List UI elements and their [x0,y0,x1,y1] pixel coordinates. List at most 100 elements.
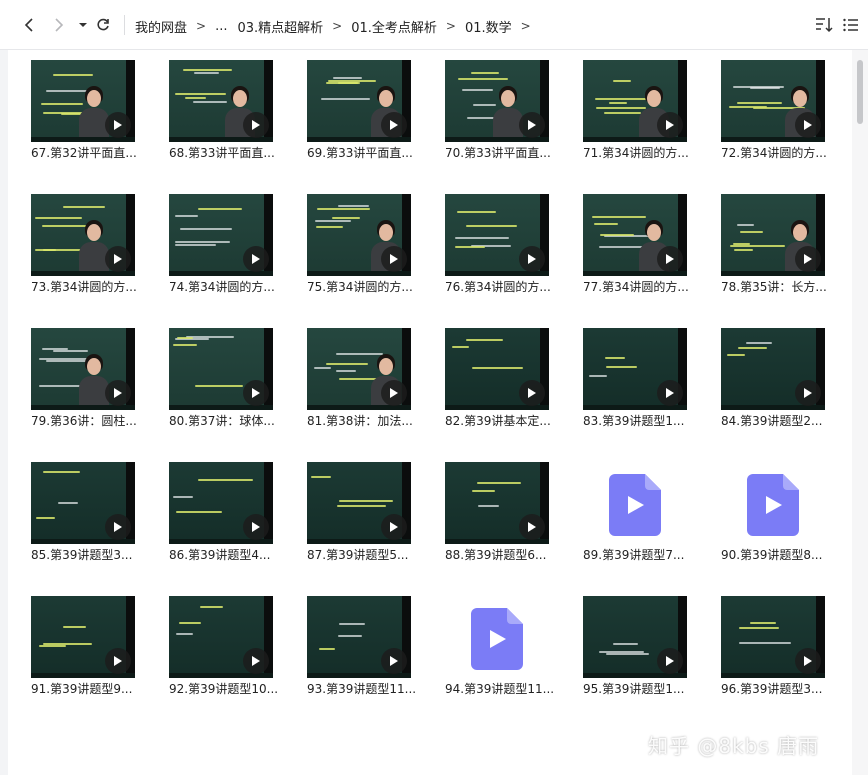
file-thumbnail[interactable] [721,462,825,544]
file-thumbnail[interactable] [583,462,687,544]
file-name[interactable]: 70.第33讲平面直... [445,146,555,160]
refresh-button[interactable] [92,14,114,36]
file-name[interactable]: 69.第33讲平面直... [307,146,417,160]
sort-button[interactable] [814,16,834,34]
video-thumbnail[interactable] [445,60,549,142]
file-name[interactable]: 68.第33讲平面直... [169,146,279,160]
file-name[interactable]: 74.第34讲圆的方... [169,280,279,294]
play-button[interactable] [657,380,683,406]
video-thumbnail[interactable] [169,328,273,410]
video-thumbnail[interactable] [721,60,825,142]
list-view-button[interactable] [842,16,862,34]
file-name[interactable]: 67.第32讲平面直... [31,146,141,160]
play-button[interactable] [519,514,545,540]
play-button[interactable] [381,648,407,674]
file-name[interactable]: 93.第39讲题型11... [307,682,417,696]
play-button[interactable] [243,246,269,272]
play-button[interactable] [105,380,131,406]
video-thumbnail[interactable] [445,194,549,276]
play-button[interactable] [795,648,821,674]
video-thumbnail[interactable] [721,328,825,410]
play-button[interactable] [105,112,131,138]
file-name[interactable]: 96.第39讲题型3... [721,682,831,696]
play-button[interactable] [657,246,683,272]
play-button[interactable] [105,514,131,540]
file-name[interactable]: 89.第39讲题型7... [583,548,693,562]
file-name[interactable]: 81.第38讲：加法... [307,414,417,428]
file-name[interactable]: 71.第34讲圆的方... [583,146,693,160]
file-thumbnail[interactable] [445,596,549,678]
file-name[interactable]: 79.第36讲：圆柱... [31,414,141,428]
play-button[interactable] [243,380,269,406]
video-thumbnail[interactable] [307,328,411,410]
video-thumbnail[interactable] [445,328,549,410]
file-name[interactable]: 83.第39讲题型1... [583,414,693,428]
video-thumbnail[interactable] [307,194,411,276]
file-name[interactable]: 84.第39讲题型2... [721,414,831,428]
file-name[interactable]: 90.第39讲题型8... [721,548,831,562]
video-thumbnail[interactable] [583,328,687,410]
file-name[interactable]: 85.第39讲题型3... [31,548,141,562]
play-button[interactable] [243,514,269,540]
video-thumbnail[interactable] [307,462,411,544]
play-button[interactable] [243,648,269,674]
breadcrumb-item-root[interactable]: 我的网盘 [135,17,187,36]
file-name[interactable]: 95.第39讲题型1... [583,682,693,696]
video-thumbnail[interactable] [31,60,135,142]
video-thumbnail[interactable] [307,596,411,678]
video-thumbnail[interactable] [307,60,411,142]
play-button[interactable] [795,246,821,272]
file-name[interactable]: 82.第39讲基本定... [445,414,555,428]
play-button[interactable] [381,112,407,138]
video-thumbnail[interactable] [169,60,273,142]
video-thumbnail[interactable] [721,596,825,678]
play-button[interactable] [795,380,821,406]
play-button[interactable] [519,380,545,406]
file-name[interactable]: 78.第35讲：长方... [721,280,831,294]
file-name[interactable]: 72.第34讲圆的方... [721,146,831,160]
file-name[interactable]: 94.第39讲题型11... [445,682,555,696]
file-name[interactable]: 73.第34讲圆的方... [31,280,141,294]
play-button[interactable] [795,112,821,138]
video-thumbnail[interactable] [169,596,273,678]
file-name[interactable]: 76.第34讲圆的方... [445,280,555,294]
video-thumbnail[interactable] [169,462,273,544]
video-thumbnail[interactable] [169,194,273,276]
video-thumbnail[interactable] [31,194,135,276]
play-button[interactable] [657,112,683,138]
file-name[interactable]: 88.第39讲题型6... [445,548,555,562]
vertical-scrollbar[interactable] [852,50,868,775]
file-name[interactable]: 87.第39讲题型5... [307,548,417,562]
video-thumbnail[interactable] [445,462,549,544]
forward-button[interactable] [48,14,70,36]
play-button[interactable] [105,246,131,272]
play-button[interactable] [519,112,545,138]
file-name[interactable]: 86.第39讲题型4... [169,548,279,562]
video-thumbnail[interactable] [31,596,135,678]
play-button[interactable] [657,648,683,674]
play-button[interactable] [381,246,407,272]
breadcrumb-item-current[interactable]: 01.数学 [465,17,512,36]
file-name[interactable]: 91.第39讲题型9... [31,682,141,696]
video-thumbnail[interactable] [721,194,825,276]
video-thumbnail[interactable] [583,596,687,678]
breadcrumb-item-folder[interactable]: 01.全考点解析 [351,17,437,36]
history-dropdown-button[interactable] [72,14,94,36]
breadcrumb-item-ellipsis[interactable]: ... [215,19,227,34]
video-thumbnail[interactable] [583,194,687,276]
file-name[interactable]: 75.第34讲圆的方... [307,280,417,294]
play-button[interactable] [243,112,269,138]
play-button[interactable] [381,380,407,406]
video-thumbnail[interactable] [31,462,135,544]
video-thumbnail[interactable] [31,328,135,410]
scrollbar-thumb[interactable] [857,60,863,124]
video-thumbnail[interactable] [583,60,687,142]
file-name[interactable]: 77.第34讲圆的方... [583,280,693,294]
breadcrumb-item-folder[interactable]: 03.精点超解析 [237,17,323,36]
file-name[interactable]: 92.第39讲题型10... [169,682,279,696]
play-button[interactable] [381,514,407,540]
file-name[interactable]: 80.第37讲：球体... [169,414,279,428]
play-button[interactable] [105,648,131,674]
play-button[interactable] [519,246,545,272]
back-button[interactable] [18,14,40,36]
